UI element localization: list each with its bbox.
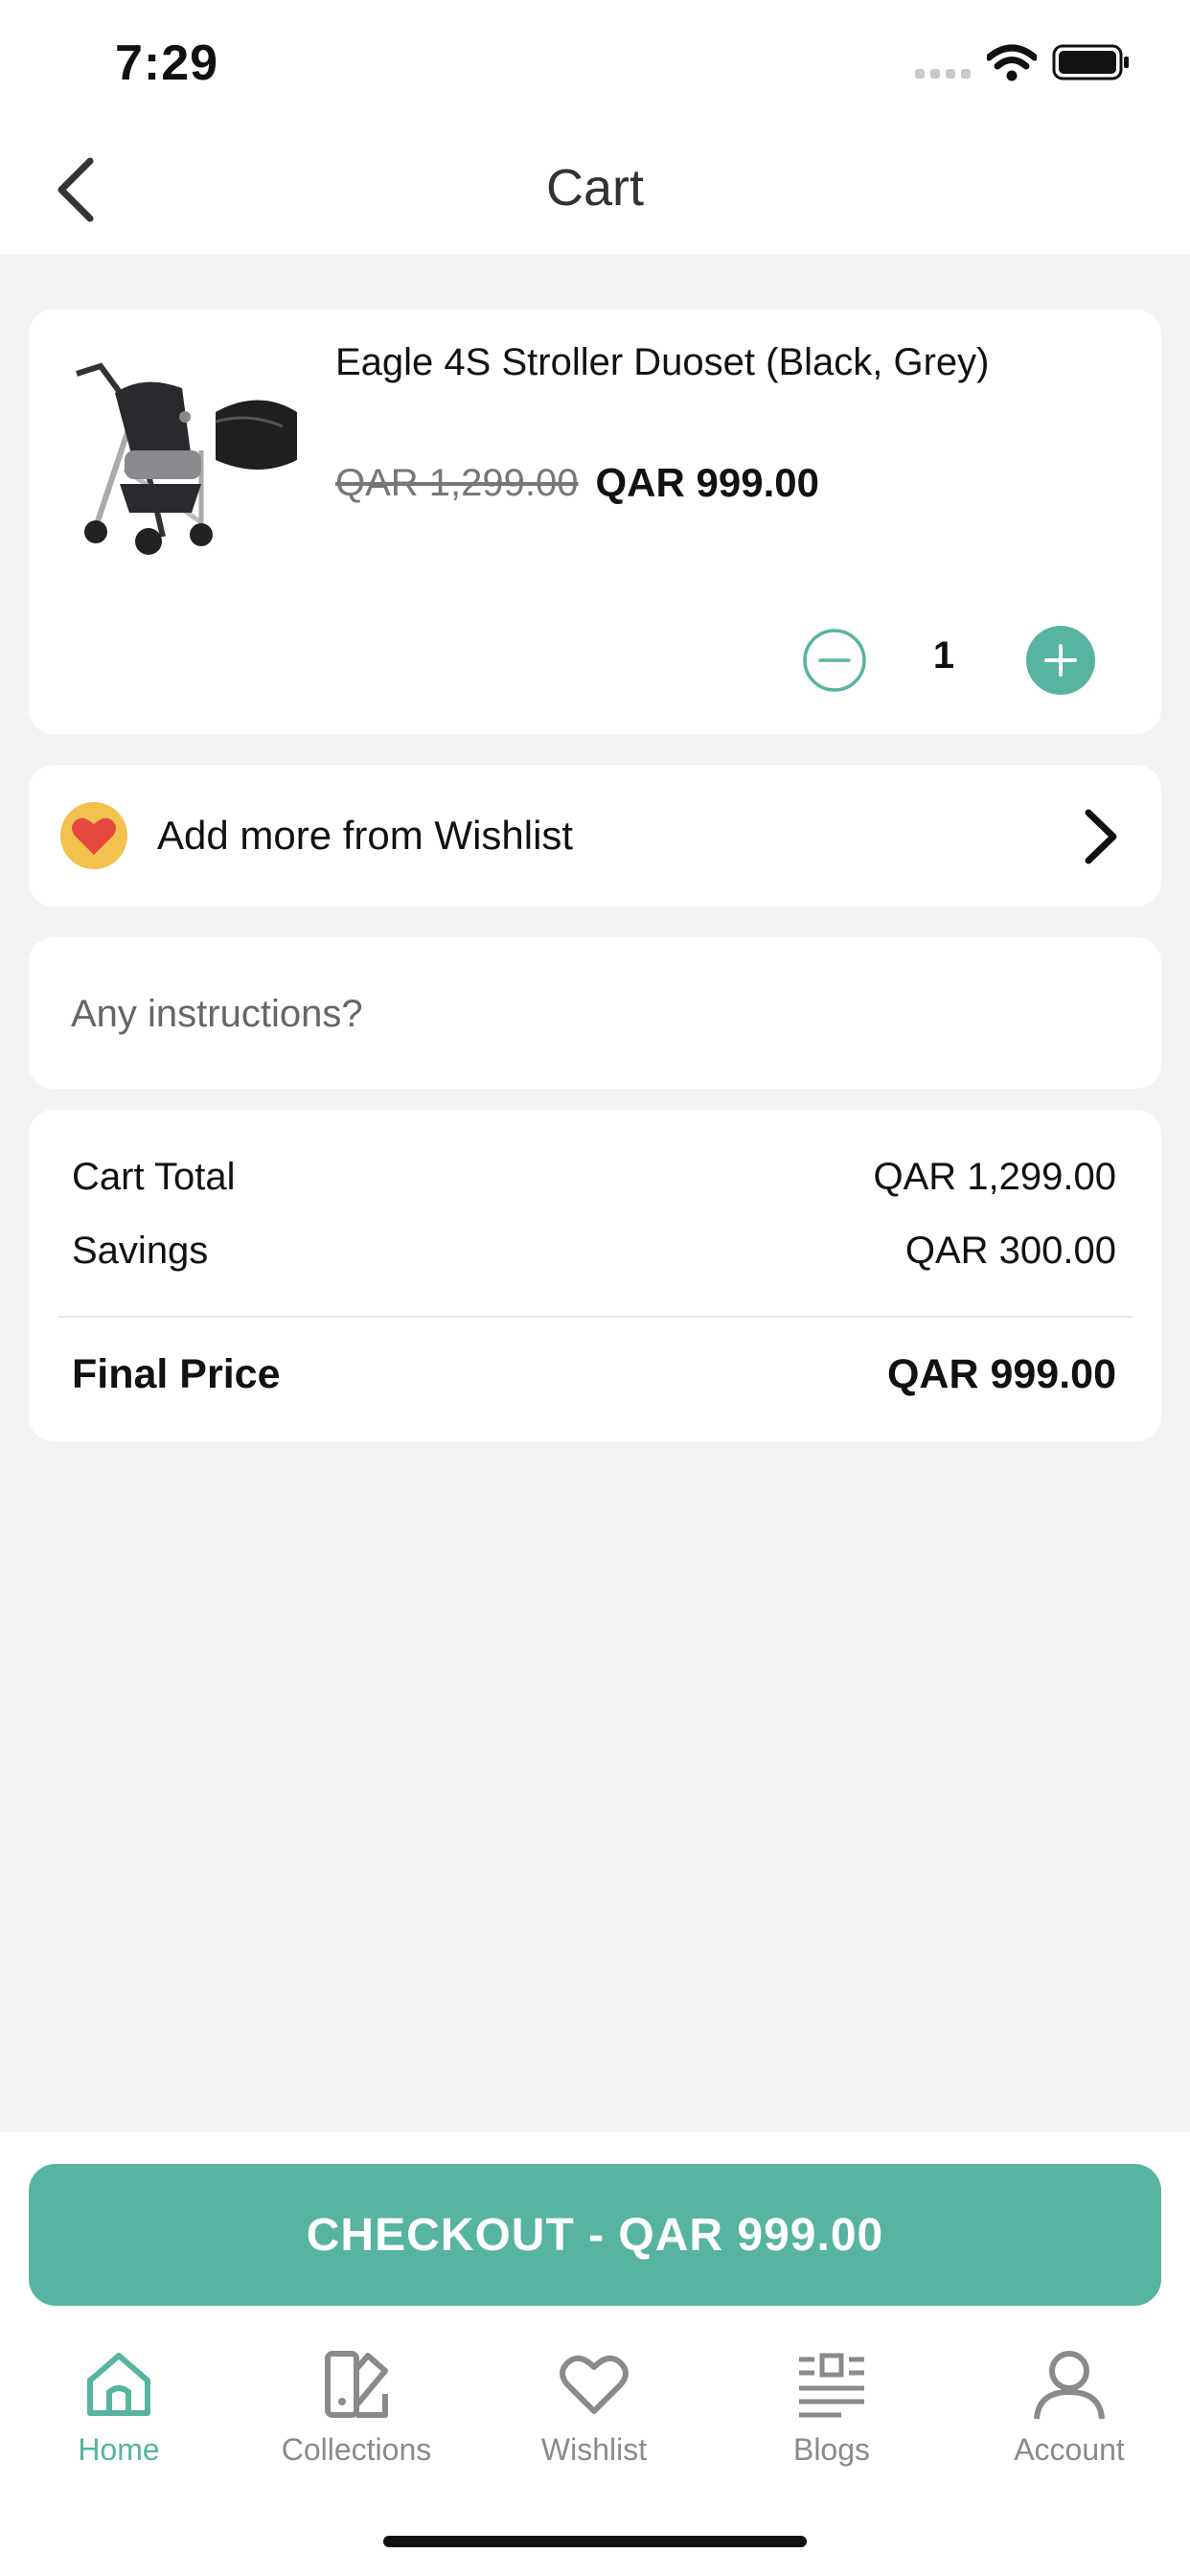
account-icon xyxy=(1034,2351,1105,2420)
chevron-right-icon xyxy=(1085,809,1117,864)
heart-badge-icon xyxy=(60,802,127,869)
tab-label-home: Home xyxy=(78,2432,160,2467)
original-price: QAR 1,299.00 xyxy=(335,461,579,504)
home-indicator xyxy=(383,2536,807,2547)
wifi-icon xyxy=(987,44,1037,81)
product-name[interactable]: Eagle 4S Stroller Duoset (Black, Grey) xyxy=(335,337,1064,388)
wishlist-label: Add more from Wishlist xyxy=(157,813,574,858)
final-price-value: QAR 999.00 xyxy=(886,1351,1116,1397)
checkout-button[interactable]: CHECKOUT - QAR 999.00 xyxy=(29,2164,1161,2306)
cart-total-label: Cart Total xyxy=(72,1156,236,1198)
tab-label-account: Account xyxy=(1014,2432,1125,2467)
savings-label: Savings xyxy=(72,1230,209,1272)
tab-blogs[interactable]: Blogs xyxy=(713,2346,950,2480)
savings-value: QAR 300.00 xyxy=(904,1230,1116,1272)
battery-icon xyxy=(1052,44,1129,80)
cart-total-value: QAR 1,299.00 xyxy=(873,1156,1117,1198)
tab-label-blogs: Blogs xyxy=(792,2432,871,2467)
status-time: 7:29 xyxy=(115,35,219,91)
cellular-signal-icon xyxy=(915,69,973,82)
tab-account[interactable]: Account xyxy=(950,2346,1188,2480)
collections-icon xyxy=(325,2351,388,2418)
page-title: Cart xyxy=(545,159,644,217)
final-price-label: Final Price xyxy=(72,1351,281,1397)
increase-quantity-button[interactable] xyxy=(1025,625,1096,696)
quantity-value: 1 xyxy=(932,634,955,677)
decrease-quantity-button[interactable] xyxy=(801,627,868,694)
tab-wishlist[interactable]: Wishlist xyxy=(475,2346,713,2480)
tab-collections[interactable]: Collections xyxy=(238,2346,475,2480)
sale-price: QAR 999.00 xyxy=(595,460,819,505)
heart-icon xyxy=(560,2355,629,2414)
price-row: QAR 1,299.00 QAR 999.00 xyxy=(335,460,819,506)
instructions-input[interactable] xyxy=(71,987,1125,1041)
product-image[interactable] xyxy=(57,355,307,565)
home-icon xyxy=(87,2353,150,2416)
summary-divider xyxy=(57,1316,1133,1318)
tab-label-collections: Collections xyxy=(281,2432,432,2467)
tab-home[interactable]: Home xyxy=(0,2346,238,2480)
tab-label-wishlist: Wishlist xyxy=(540,2432,648,2467)
blogs-icon xyxy=(799,2353,864,2418)
